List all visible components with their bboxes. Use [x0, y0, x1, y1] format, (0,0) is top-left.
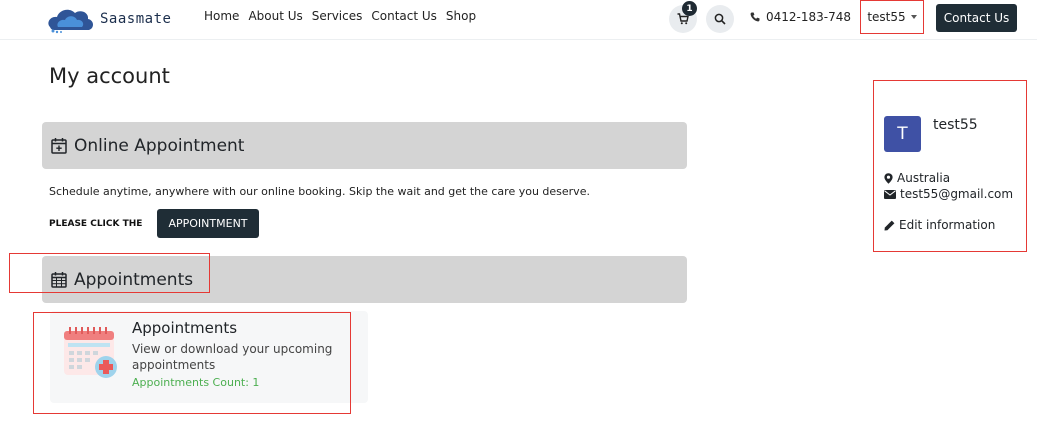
phone-contact[interactable]: 0412-183-748 [750, 10, 851, 24]
nav-link-contact-us[interactable]: Contact Us [371, 9, 437, 23]
profile-name: test55 [933, 117, 978, 133]
appointments-count: Appointments Count: 1 [132, 376, 260, 389]
navbar: Saasmate Home About Us Services Contact … [0, 0, 1037, 40]
logo-icon [48, 9, 94, 34]
profile-email-text: test55@gmail.com [900, 187, 1014, 201]
profile-country: Australia [884, 171, 950, 185]
page-title: My account [49, 64, 170, 88]
pencil-icon [884, 220, 895, 230]
brand-logo[interactable]: Saasmate [44, 2, 171, 36]
brand-name: Saasmate [100, 11, 172, 27]
click-instruction-label: PLEASE CLICK THE [49, 219, 143, 229]
online-appointment-description: Schedule anytime, anywhere with our onli… [49, 185, 590, 198]
appointments-section-header: Appointments [42, 256, 687, 303]
profile-country-text: Australia [897, 171, 951, 185]
appointment-button[interactable]: APPOINTMENT [157, 209, 259, 238]
contact-us-button[interactable]: Contact Us [936, 4, 1017, 32]
search-button[interactable] [706, 5, 734, 33]
appointments-card[interactable]: Appointments View or download your upcom… [50, 311, 368, 403]
appointments-card-description: View or download your upcoming appointme… [132, 342, 333, 372]
nav-link-home[interactable]: Home [204, 9, 239, 23]
phone-icon [750, 12, 760, 22]
cart-count-badge: 1 [682, 1, 697, 16]
profile-email: test55@gmail.com [884, 187, 1013, 201]
phone-number: 0412-183-748 [766, 10, 852, 24]
calendar-plus-icon [51, 138, 67, 154]
avatar: T [884, 116, 921, 152]
appointments-section-title: Appointments [74, 269, 194, 290]
appointments-card-title: Appointments [132, 319, 238, 337]
chevron-down-icon [910, 15, 917, 19]
online-appointment-title: Online Appointment [74, 135, 245, 156]
nav-link-shop[interactable]: Shop [446, 9, 476, 23]
search-icon [714, 13, 726, 25]
user-menu-label: test55 [867, 10, 906, 24]
appointment-calendar-icon [64, 327, 117, 378]
edit-information-link[interactable]: Edit information [884, 218, 995, 232]
envelope-icon [884, 189, 896, 199]
nav-links: Home About Us Services Contact Us Shop [204, 9, 476, 23]
online-appointment-header: Online Appointment [42, 122, 687, 169]
calendar-icon [51, 272, 67, 288]
nav-link-services[interactable]: Services [312, 9, 363, 23]
nav-link-about-us[interactable]: About Us [248, 9, 302, 23]
map-marker-icon [884, 172, 893, 184]
edit-information-label: Edit information [899, 218, 996, 232]
user-menu-dropdown[interactable]: test55 [860, 0, 924, 34]
